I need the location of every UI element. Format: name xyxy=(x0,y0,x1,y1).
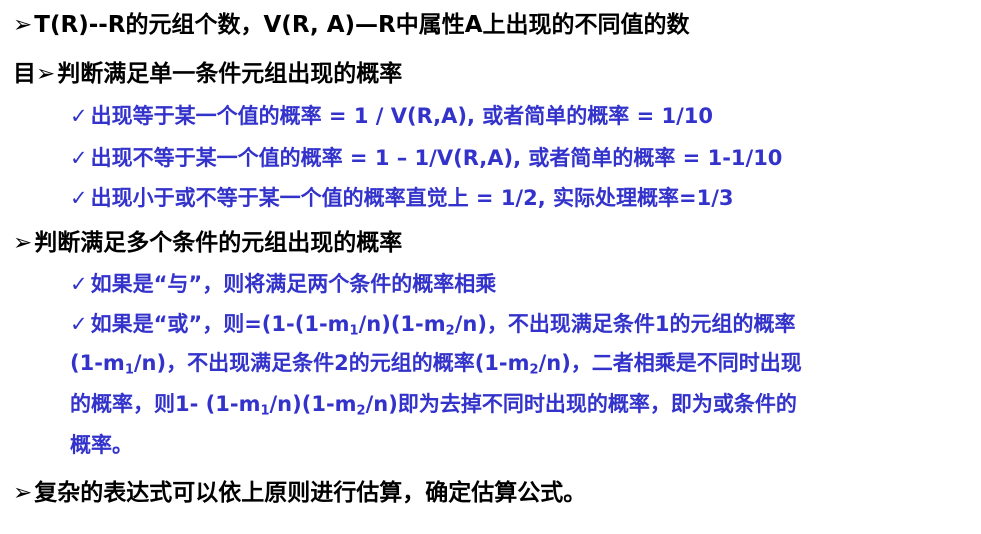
text-segment: /n)，不出现满足条件1的元组的概率 xyxy=(454,312,796,336)
arrow-bullet-icon: ➢ xyxy=(13,480,33,506)
sub-item-not-equal: ✓ 出现不等于某一个值的概率 = 1 – 1/V(R,A), 或者简单的概率 = … xyxy=(70,148,782,169)
check-bullet-icon: ✓ xyxy=(70,146,88,170)
text-segment: /n)，二者相乘是不同时出现 xyxy=(538,351,802,375)
line-text: T(R)--R的元组个数，V(R, A)—R中属性A上出现的不同值的数 xyxy=(34,12,690,38)
heading-text: 判断满足多个条件的元组出现的概率 xyxy=(34,230,403,256)
check-bullet-icon: ✓ xyxy=(70,272,88,296)
sub-item-text: 出现小于或不等于某一个值的概率直觉上 = 1/2, 实际处理概率=1/3 xyxy=(90,186,734,210)
subscript: 2 xyxy=(356,403,366,419)
sub-item-or: ✓ 如果是“或”，则=(1-(1-m1/n)(1-m2/n)，不出现满足条件1的元… xyxy=(70,312,796,339)
sub-item-and: ✓ 如果是“与”，则将满足两个条件的概率相乘 xyxy=(70,274,496,295)
subscript: 2 xyxy=(445,323,455,339)
sub-item-text: 如果是“与”，则将满足两个条件的概率相乘 xyxy=(90,272,497,296)
text-segment: 如果是“或”，则=(1-(1-m xyxy=(90,312,350,336)
text-segment: /n)，不出现满足条件2的元组的概率(1-m xyxy=(133,351,530,375)
heading-text: 判断满足单一条件元组出现的概率 xyxy=(57,61,403,87)
sub-item-less-than: ✓ 出现小于或不等于某一个值的概率直觉上 = 1/2, 实际处理概率=1/3 xyxy=(70,188,734,209)
text-segment: /n)(1-m xyxy=(358,312,446,336)
text-segment: 的概率，则1- (1-m xyxy=(70,392,261,416)
subscript: 2 xyxy=(529,362,539,378)
text-segment: /n)(1-m xyxy=(269,392,357,416)
check-bullet-icon: ✓ xyxy=(70,104,88,128)
heading-single-condition: 目➢判断满足单一条件元组出现的概率 xyxy=(13,63,402,86)
sub-item-text: 出现不等于某一个值的概率 = 1 – 1/V(R,A), 或者简单的概率 = 1… xyxy=(90,146,783,170)
text-segment: /n)即为去掉不同时出现的概率，即为或条件的 xyxy=(365,392,797,416)
sub-item-or-continued: (1-m1/n)，不出现满足条件2的元组的概率(1-m2/n)，二者相乘是不同时… xyxy=(70,351,802,378)
sub-item-text: 出现等于某一个值的概率 = 1 / V(R,A), 或者简单的概率 = 1/10 xyxy=(90,104,713,128)
heading-text: 复杂的表达式可以依上原则进行估算，确定估算公式。 xyxy=(34,480,587,506)
arrow-bullet-icon: ➢ xyxy=(13,230,33,256)
line-tr-vr-definition: ➢T(R)--R的元组个数，V(R, A)—R中属性A上出现的不同值的数 xyxy=(13,14,690,37)
check-bullet-icon: ✓ xyxy=(70,312,88,336)
subscript: 1 xyxy=(260,403,270,419)
sub-item-or-continued: 的概率，则1- (1-m1/n)(1-m2/n)即为去掉不同时出现的概率，即为或… xyxy=(70,392,797,419)
text-segment: 概率。 xyxy=(70,433,133,457)
sub-item-or-continued: 概率。 xyxy=(70,435,133,456)
arrow-bullet-icon: ➢ xyxy=(36,61,56,87)
check-bullet-icon: ✓ xyxy=(70,186,88,210)
heading-complex-expressions: ➢复杂的表达式可以依上原则进行估算，确定估算公式。 xyxy=(13,482,586,505)
heading-multiple-conditions: ➢判断满足多个条件的元组出现的概率 xyxy=(13,232,402,255)
sub-item-equal: ✓ 出现等于某一个值的概率 = 1 / V(R,A), 或者简单的概率 = 1/1… xyxy=(70,106,713,127)
heading-prefix: 目 xyxy=(13,61,36,87)
subscript: 1 xyxy=(124,362,134,378)
subscript: 1 xyxy=(349,323,359,339)
text-segment: (1-m xyxy=(70,351,125,375)
arrow-bullet-icon: ➢ xyxy=(13,12,33,38)
